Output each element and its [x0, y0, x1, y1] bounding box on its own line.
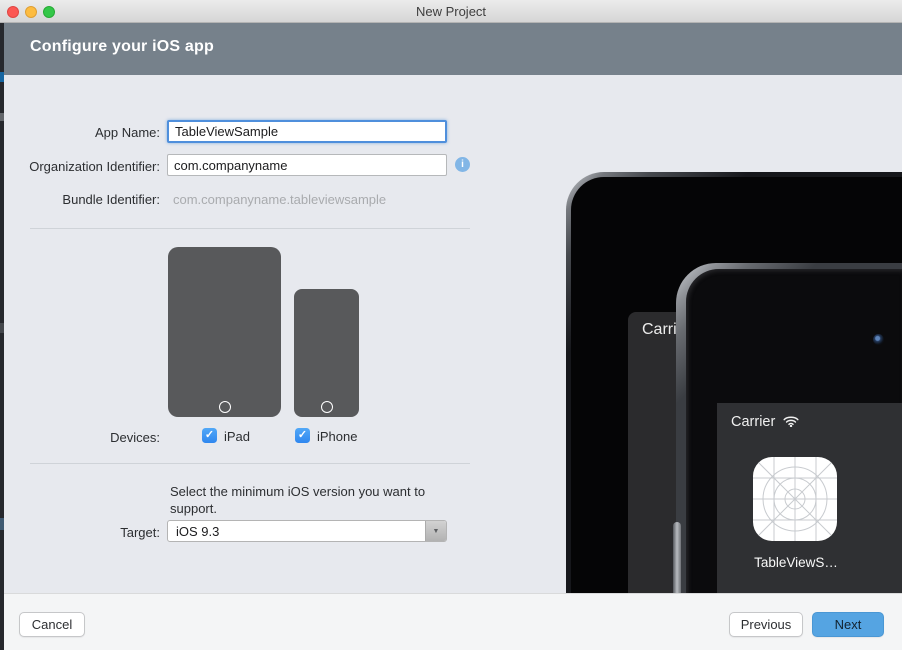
organization-identifier-label: Organization Identifier:	[29, 159, 160, 174]
target-dropdown[interactable]: iOS 9.3 ▼	[167, 520, 447, 542]
app-preview-pane: Carrier Carrier TableViewS…	[470, 150, 902, 650]
new-project-window: New Project Configure your iOS app App N…	[0, 0, 902, 650]
app-name-input[interactable]	[167, 120, 447, 143]
wifi-icon	[783, 416, 799, 427]
iphone-carrier-text: Carrier	[731, 414, 799, 430]
target-dropdown-button[interactable]: ▼	[425, 521, 446, 541]
volume-button	[673, 522, 681, 602]
home-button-icon	[218, 401, 231, 413]
page-title: Configure your iOS app	[30, 38, 214, 55]
chevron-down-icon: ▼	[432, 528, 440, 535]
organization-identifier-input[interactable]	[167, 154, 447, 176]
edge-accent	[0, 72, 4, 82]
next-button[interactable]: Next	[812, 612, 884, 637]
placeholder-app-icon	[753, 457, 837, 541]
divider	[30, 228, 470, 229]
bundle-identifier-value: com.companyname.tableviewsample	[173, 192, 387, 207]
titlebar: New Project	[0, 0, 902, 23]
home-button-icon	[320, 401, 333, 413]
target-label: Target:	[120, 525, 160, 540]
iphone-checkbox-label[interactable]: iPhone	[317, 429, 357, 444]
iphone-silhouette	[294, 289, 359, 417]
ipad-checkbox-label[interactable]: iPad	[224, 429, 250, 444]
devices-label: Devices:	[110, 430, 160, 445]
target-dropdown-value: iOS 9.3	[176, 524, 220, 539]
ipad-checkbox[interactable]: ✓	[202, 428, 217, 443]
bundle-identifier-label: Bundle Identifier:	[62, 192, 160, 207]
target-hint-text: Select the minimum iOS version you want …	[170, 484, 426, 516]
window-edge-strip	[0, 23, 4, 650]
previous-button[interactable]: Previous	[729, 612, 803, 637]
checkmark-icon: ✓	[204, 429, 215, 441]
app-icon-label: TableViewS…	[754, 555, 838, 570]
cancel-button[interactable]: Cancel	[19, 612, 85, 637]
window-title: New Project	[415, 4, 487, 19]
ipad-silhouette	[168, 247, 281, 417]
iphone-checkbox[interactable]: ✓	[295, 428, 310, 443]
wizard-header: Configure your iOS app	[0, 23, 902, 75]
wizard-footer: Cancel Previous Next	[0, 593, 902, 650]
checkmark-icon: ✓	[297, 429, 308, 441]
app-name-label: App Name:	[94, 125, 160, 140]
camera-icon	[873, 334, 884, 345]
info-icon[interactable]: i	[455, 157, 470, 172]
wizard-content: App Name: Organization Identifier: i Bun…	[0, 75, 902, 650]
divider	[30, 463, 470, 464]
